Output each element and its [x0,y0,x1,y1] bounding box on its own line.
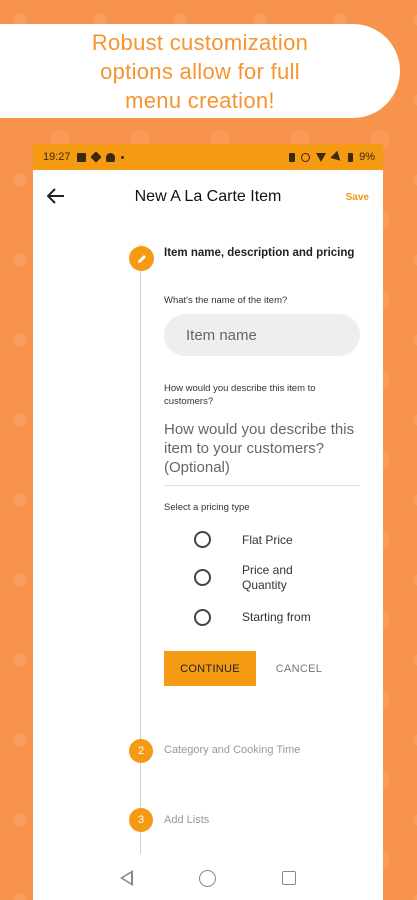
signal-icon [330,150,344,164]
description-input[interactable] [164,420,360,486]
promo-banner: Robust customization options allow for f… [0,24,400,118]
item-name-label: What's the name of the item? [164,295,288,306]
page-title: New A La Carte Item [134,188,282,205]
battery-icon [348,152,354,162]
cancel-button[interactable]: CANCEL [269,651,329,686]
radio-button[interactable] [194,531,211,548]
vibrate-icon [289,152,296,162]
status-bar: 19:27 9% [33,144,383,170]
save-button[interactable]: Save [346,192,369,203]
slack-icon [89,151,102,163]
edit-pencil-icon [137,254,146,263]
back-arrow-icon[interactable] [46,184,73,210]
notification-icon [76,152,86,162]
radio-label: Flat Price [242,533,293,547]
pricing-type-label: Select a pricing type [164,502,250,513]
step-2-badge: 2 [129,739,153,763]
step-3-badge: 3 [129,808,153,832]
banner-text: Robust customization options allow for f… [35,28,365,115]
system-nav-bar [33,856,383,900]
continue-button[interactable]: CONTINUE [164,651,256,686]
more-notifications-icon [120,155,124,159]
pricing-option-flat-price[interactable]: Flat Price [194,531,293,548]
banner-line-3: menu creation! [125,87,275,113]
step-1-badge [129,246,154,271]
description-label: How would you describe this item to cust… [164,383,316,407]
wifi-icon [316,152,327,162]
food-app-icon [105,152,115,162]
app-bar: New A La Carte Item Save [33,170,383,224]
radio-button[interactable] [194,609,211,626]
nav-back-icon[interactable] [120,870,133,886]
nav-home-icon[interactable] [199,869,216,887]
pricing-option-price-and-quantity[interactable]: Price and Quantity [194,563,293,592]
battery-percent: 9% [359,151,375,163]
banner-line-1: Robust customization [91,29,309,55]
nav-recents-icon[interactable] [282,871,296,885]
radio-label: Price and Quantity [242,563,293,592]
step-3-title[interactable]: Add Lists [164,814,209,826]
pricing-option-starting-from[interactable]: Starting from [194,609,311,626]
radio-button[interactable] [194,569,211,586]
step-1-title[interactable]: Item name, description and pricing [164,246,360,261]
location-icon [301,152,311,162]
banner-line-2: options allow for full [100,58,300,84]
phone-screen: 19:27 9% New A La Carte Item Save Item n… [33,144,383,900]
status-time: 19:27 [43,151,71,163]
item-name-input[interactable] [164,314,360,356]
radio-label: Starting from [242,610,311,624]
step-2-title[interactable]: Category and Cooking Time [164,744,300,756]
